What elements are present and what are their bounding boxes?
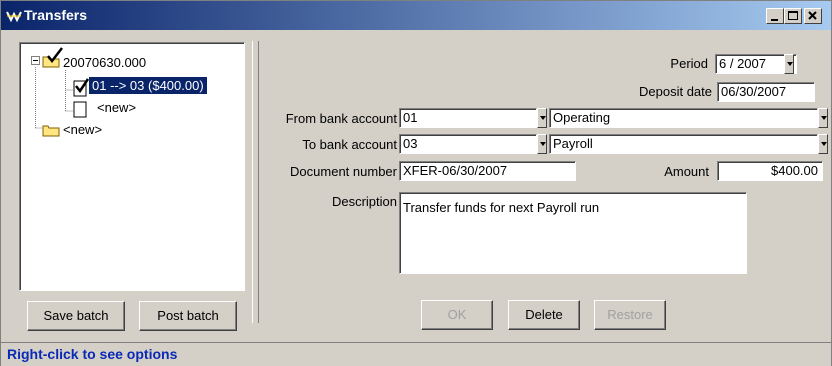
document-number-field[interactable]: XFER-06/30/2007 — [399, 161, 576, 181]
collapse-icon[interactable] — [31, 56, 40, 65]
panel-splitter[interactable] — [252, 41, 259, 323]
maximize-icon — [788, 11, 798, 20]
from-bank-code-field[interactable]: 01 — [399, 108, 537, 128]
from-bank-label: From bank account — [285, 111, 397, 126]
transfers-window: Transfers 20070630.000 01 --> 03 ($400.0… — [0, 0, 832, 366]
document-icon — [73, 101, 87, 118]
description-textarea[interactable]: Transfer funds for next Payroll run — [399, 192, 747, 274]
tree-node-batch[interactable]: 20070630.000 — [63, 55, 146, 70]
minimize-button[interactable] — [766, 8, 784, 24]
batch-tree[interactable]: 20070630.000 01 --> 03 ($400.00) <new> <… — [19, 42, 245, 291]
title-bar[interactable]: Transfers — [1, 1, 831, 30]
maximize-button[interactable] — [784, 8, 802, 24]
dropdown-arrow-icon[interactable] — [818, 108, 828, 128]
restore-button[interactable]: Restore — [594, 300, 666, 330]
status-bar: Right-click to see options — [1, 342, 831, 366]
to-bank-code-field[interactable]: 03 — [399, 134, 537, 154]
dropdown-arrow-icon[interactable] — [537, 134, 547, 154]
period-label: Period — [670, 56, 708, 71]
minimize-icon — [771, 19, 778, 21]
to-bank-name-field[interactable]: Payroll — [549, 134, 818, 154]
description-label: Description — [331, 194, 397, 209]
tree-node-new-batch[interactable]: <new> — [63, 122, 102, 137]
close-icon — [808, 11, 817, 20]
deposit-date-label: Deposit date — [639, 84, 712, 99]
dropdown-arrow-icon[interactable] — [784, 54, 794, 74]
folder-icon — [42, 125, 60, 137]
app-icon — [6, 11, 22, 23]
post-batch-button[interactable]: Post batch — [139, 301, 237, 331]
checkmark-icon — [75, 78, 90, 94]
tree-node-transfer-selected[interactable]: 01 --> 03 ($400.00) — [89, 77, 207, 94]
from-bank-name-field[interactable]: Operating — [549, 108, 818, 128]
tree-node-new-transfer[interactable]: <new> — [97, 100, 136, 115]
checkmark-icon — [47, 47, 63, 64]
document-number-label: Document number — [290, 164, 397, 179]
ok-button[interactable]: OK — [421, 300, 493, 330]
close-button[interactable] — [804, 8, 822, 24]
dropdown-arrow-icon[interactable] — [818, 134, 828, 154]
status-text: Right-click to see options — [7, 346, 178, 362]
amount-field[interactable]: $400.00 — [717, 161, 823, 181]
deposit-date-field[interactable]: 06/30/2007 — [717, 82, 815, 102]
window-title: Transfers — [24, 7, 88, 23]
delete-button[interactable]: Delete — [508, 300, 580, 330]
save-batch-button[interactable]: Save batch — [27, 301, 125, 331]
to-bank-label: To bank account — [302, 137, 397, 152]
dropdown-arrow-icon[interactable] — [537, 108, 547, 128]
amount-label: Amount — [664, 164, 709, 179]
